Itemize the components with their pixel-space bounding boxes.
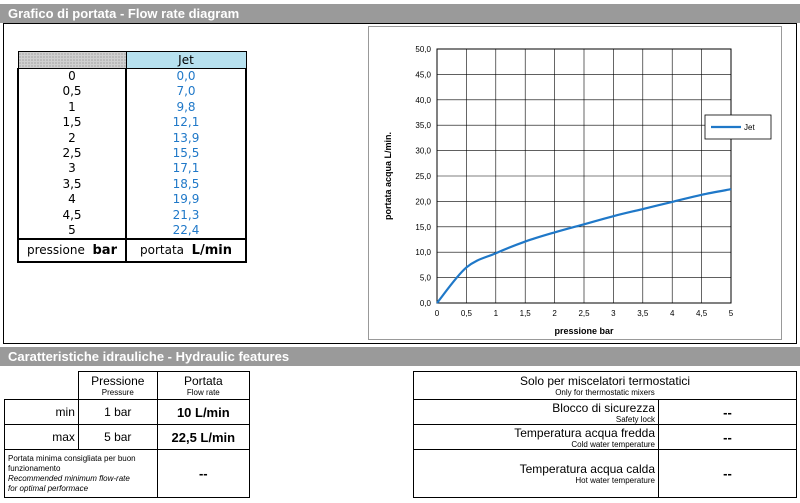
flow-table-row: 5 22,4 bbox=[17, 223, 247, 240]
pressure-header-cell bbox=[17, 51, 127, 69]
pressure-cell: 1,5 bbox=[17, 115, 127, 131]
pressure-unit-label: pressione bar bbox=[17, 238, 127, 264]
y-tick-label: 45,0 bbox=[415, 70, 431, 79]
hydraulic-table: Pressione Pressure Portata Flow rate min… bbox=[4, 371, 251, 498]
safety-lock-value: -- bbox=[658, 399, 797, 425]
flow-table-row: 2 13,9 bbox=[17, 130, 247, 147]
pressure-column-header: Pressione Pressure bbox=[77, 371, 158, 400]
flow-table-row: 1 9,8 bbox=[17, 99, 247, 116]
y-tick-label: 5,0 bbox=[420, 274, 432, 283]
y-tick-label: 20,0 bbox=[415, 197, 431, 206]
flow-cell: 7,0 bbox=[126, 84, 247, 100]
flow-cell: 12,1 bbox=[126, 115, 247, 131]
flow-table-row: 3,5 18,5 bbox=[17, 176, 247, 193]
flow-table-row: 0,5 7,0 bbox=[17, 84, 247, 100]
pressure-cell: 0,5 bbox=[17, 84, 127, 100]
x-tick-label: 0 bbox=[435, 309, 440, 318]
y-tick-label: 15,0 bbox=[415, 223, 431, 232]
thermostatic-table: Solo per miscelatori termostatici Only f… bbox=[413, 371, 797, 498]
pressure-cell: 0 bbox=[17, 68, 127, 85]
cold-water-label: Temperatura acqua fredda Cold water temp… bbox=[413, 424, 659, 450]
flow-cell: 15,5 bbox=[126, 146, 247, 162]
min-pressure: 1 bar bbox=[77, 399, 158, 425]
section-header-hydraulic: Caratteristiche idrauliche - Hydraulic f… bbox=[0, 347, 800, 366]
flow-cell: 0,0 bbox=[126, 68, 247, 85]
flow-unit-label: portata L/min bbox=[125, 238, 247, 264]
chart-frame: 0 0,5 1 1,5 2 2,5 3 3,5 4 4,5 5 0,0 5,0 10,0 15,0 20,0 2… bbox=[368, 26, 782, 340]
y-tick-label: 40,0 bbox=[415, 96, 431, 105]
jet-header: Jet bbox=[125, 51, 247, 69]
pressure-cell: 2 bbox=[17, 130, 127, 147]
pressure-cell: 5 bbox=[17, 223, 127, 240]
flow-cell: 21,3 bbox=[126, 207, 247, 224]
flow-rate-chart: 0 0,5 1 1,5 2 2,5 3 3,5 4 4,5 50,05,010,015,020,02… bbox=[383, 45, 772, 336]
cold-water-value: -- bbox=[658, 424, 797, 450]
y-tick-label: 0,0 bbox=[420, 299, 432, 308]
legend-label-jet: Jet bbox=[744, 123, 755, 132]
y-tick-label: 35,0 bbox=[415, 121, 431, 130]
x-tick-label: 5 bbox=[729, 309, 734, 318]
flow-cell: 13,9 bbox=[126, 130, 247, 147]
flow-table-row: 3 17,1 bbox=[17, 161, 247, 177]
flow-cell: 9,8 bbox=[126, 99, 247, 116]
flow-table-row: 1,5 12,1 bbox=[17, 115, 247, 131]
pressure-cell: 2,5 bbox=[17, 146, 127, 162]
flow-cell: 18,5 bbox=[126, 176, 247, 193]
x-tick-label: 2 bbox=[552, 309, 557, 318]
max-label: max bbox=[4, 424, 79, 450]
flow-cell: 22,4 bbox=[126, 223, 247, 240]
flow-column-header: Portata Flow rate bbox=[156, 371, 251, 400]
recommended-flow-label: Portata minima consigliata per buon funz… bbox=[4, 449, 158, 498]
hot-water-value: -- bbox=[658, 449, 797, 498]
x-tick-label: 1,5 bbox=[520, 309, 532, 318]
x-tick-label: 2,5 bbox=[578, 309, 590, 318]
x-axis-label: pressione bar bbox=[554, 326, 614, 336]
flow-cell: 17,1 bbox=[126, 161, 247, 177]
flow-table-row: 0 0,0 bbox=[17, 68, 247, 85]
max-flow: 22,5 L/min bbox=[156, 424, 251, 450]
y-tick-label: 10,0 bbox=[415, 248, 431, 257]
recommended-flow-value: -- bbox=[156, 449, 251, 498]
flow-table-row: 2,5 15,5 bbox=[17, 146, 247, 162]
y-tick-label: 25,0 bbox=[415, 172, 431, 181]
x-tick-label: 1 bbox=[494, 309, 499, 318]
pressure-cell: 1 bbox=[17, 99, 127, 116]
safety-lock-label: Blocco di sicurezza Safety lock bbox=[413, 399, 659, 425]
max-pressure: 5 bar bbox=[77, 424, 158, 450]
pressure-cell: 3 bbox=[17, 161, 127, 177]
flow-table-row: 4,5 21,3 bbox=[17, 207, 247, 224]
y-tick-label: 30,0 bbox=[415, 147, 431, 156]
thermostatic-title: Solo per miscelatori termostatici Only f… bbox=[413, 371, 797, 400]
section-header-flow: Grafico di portata - Flow rate diagram bbox=[0, 4, 800, 23]
pressure-cell: 4 bbox=[17, 192, 127, 208]
x-tick-label: 0,5 bbox=[461, 309, 473, 318]
x-tick-label: 3 bbox=[611, 309, 616, 318]
hot-water-label: Temperatura acqua calda Hot water temper… bbox=[413, 449, 659, 498]
flow-table-row: 4 19,9 bbox=[17, 192, 247, 208]
pressure-cell: 4,5 bbox=[17, 207, 127, 224]
x-tick-label: 4,5 bbox=[696, 309, 708, 318]
flow-cell: 19,9 bbox=[126, 192, 247, 208]
x-tick-label: 3,5 bbox=[637, 309, 649, 318]
y-tick-label: 50,0 bbox=[415, 45, 431, 54]
pressure-cell: 3,5 bbox=[17, 176, 127, 193]
min-label: min bbox=[4, 399, 79, 425]
x-tick-label: 4 bbox=[670, 309, 675, 318]
flow-table: Jet 0 0,0 0,5 7,0 1 9,8 1,5 12,1 2 13,9 2,5 15,5 3 17… bbox=[17, 51, 247, 264]
y-axis-label: portata acqua L/min. bbox=[383, 132, 393, 220]
min-flow: 10 L/min bbox=[156, 399, 251, 425]
